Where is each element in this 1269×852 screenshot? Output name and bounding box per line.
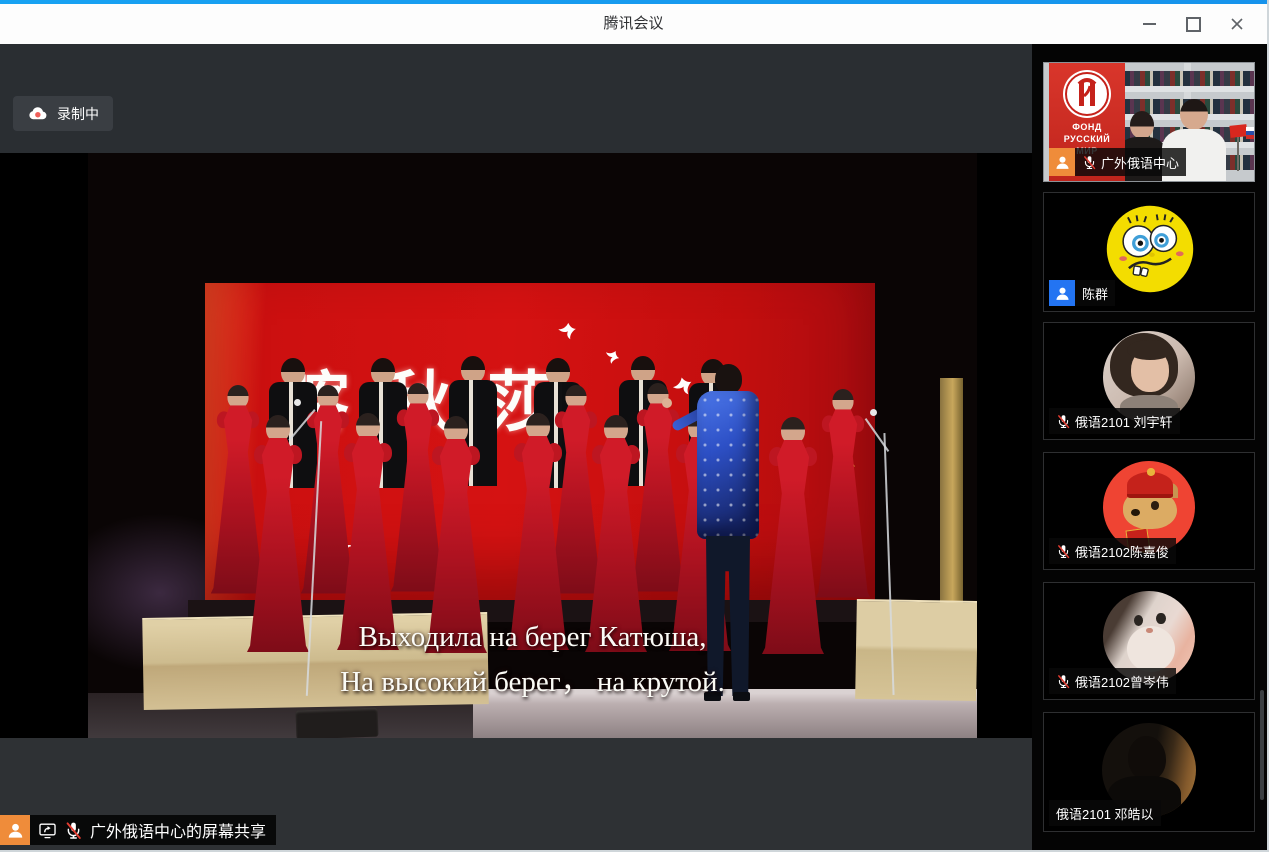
person-icon [1054, 285, 1071, 302]
cat-eye [1134, 615, 1143, 626]
mic-muted-icon [1082, 155, 1097, 170]
window-title: 腾讯会议 [0, 4, 1267, 44]
banner-line: ФОНД [1049, 121, 1125, 133]
participants-sidebar: ФОНД РУССКИЙ МИР 广外俄语中心 [1032, 44, 1267, 852]
shared-screen-zone: 喀秋莎 Ка [0, 153, 1032, 738]
stage-speaker-box [296, 708, 379, 738]
stage-pillar [940, 378, 963, 623]
close-icon [1230, 17, 1244, 31]
person-icon [1054, 154, 1071, 171]
participant-tile[interactable]: 陈群 [1043, 192, 1255, 312]
mic-muted-icon [64, 821, 83, 840]
mic-muted-icon [1056, 674, 1071, 689]
shared-video-content: 喀秋莎 Ка [88, 153, 977, 738]
participant-name: 俄语2101 刘宇轩 [1075, 412, 1173, 431]
russia-flag [1246, 127, 1254, 139]
member-role-badge [1049, 280, 1075, 306]
sharer-role-badge [0, 815, 30, 845]
dog-nose [1131, 509, 1140, 516]
man-presenter [1180, 99, 1208, 130]
maximize-button[interactable] [1171, 4, 1215, 44]
cat-nose [1146, 628, 1152, 634]
recording-indicator: 录制中 [13, 96, 113, 131]
close-button[interactable] [1215, 4, 1259, 44]
participant-name: 广外俄语中心 [1101, 153, 1179, 172]
new-year-hat [1127, 472, 1173, 498]
china-flag [1229, 124, 1247, 138]
avatar-head [1128, 736, 1166, 781]
mic-muted-icon [1056, 414, 1071, 429]
conductor-hand [662, 398, 672, 408]
book-row [1104, 99, 1254, 114]
stage-top-strip [0, 44, 1032, 153]
participant-tile[interactable]: 俄语2101 邓皓以 [1043, 712, 1255, 832]
spongebob-emoji-avatar [1102, 201, 1198, 297]
participant-tile[interactable]: 俄语2101 刘宇轩 [1043, 322, 1255, 440]
window-titlebar[interactable]: 腾讯会议 [0, 4, 1267, 44]
flag-pole [1237, 137, 1239, 171]
russkiy-mir-logo [1063, 70, 1111, 118]
person-icon [6, 821, 25, 840]
participant-name: 俄语2102曾岑伟 [1075, 672, 1169, 691]
participant-tile[interactable]: 俄语2102陈嘉俊 [1043, 452, 1255, 570]
participant-name: 俄语2101 邓皓以 [1056, 804, 1154, 823]
cat-eye [1156, 613, 1165, 624]
screen-share-banner: 广外俄语中心的屏幕共享 [0, 815, 276, 845]
hat-knob [1147, 468, 1154, 475]
participant-tile[interactable]: 俄语2102曾岑伟 [1043, 582, 1255, 700]
host-role-badge [1049, 148, 1075, 176]
book-row [1104, 71, 1254, 86]
screen-share-label: 广外俄语中心的屏幕共享 [90, 818, 266, 842]
woman-presenter [1130, 111, 1154, 139]
participant-name: 陈群 [1082, 284, 1108, 303]
video-subtitles: Выходила на берег Катюша, На высокий бер… [88, 615, 977, 705]
subtitle-line-2: На высокий берег， на крутой. [88, 660, 977, 705]
subtitle-line-1: Выходила на берег Катюша, [88, 615, 977, 660]
participant-name: 俄语2102陈嘉俊 [1075, 542, 1169, 561]
sidebar-scrollbar[interactable] [1260, 690, 1264, 800]
mic-head [294, 399, 301, 406]
main-stage-area: 录制中 喀秋莎 Ка [0, 44, 1032, 852]
window-accent-border [0, 0, 1267, 4]
participant-tile-room[interactable]: ФОНД РУССКИЙ МИР 广外俄语中心 [1043, 62, 1255, 182]
mic-head [870, 409, 877, 416]
mic-muted-icon [1056, 544, 1071, 559]
dove-icon [556, 319, 581, 344]
minimize-icon [1143, 23, 1156, 25]
maximize-icon [1186, 17, 1201, 32]
minimize-button[interactable] [1127, 4, 1171, 44]
recording-label: 录制中 [57, 104, 99, 124]
window-controls [1127, 4, 1259, 44]
conductor-jacket [697, 391, 759, 539]
tencent-meeting-window: 腾讯会议 录制中 喀秋莎 Ка [0, 0, 1269, 852]
dog-eye [1151, 501, 1159, 509]
banner-line: РУССКИЙ [1049, 133, 1125, 145]
screen-share-icon [38, 821, 57, 840]
cloud-recording-icon [27, 103, 48, 124]
conductor-head [715, 364, 742, 394]
